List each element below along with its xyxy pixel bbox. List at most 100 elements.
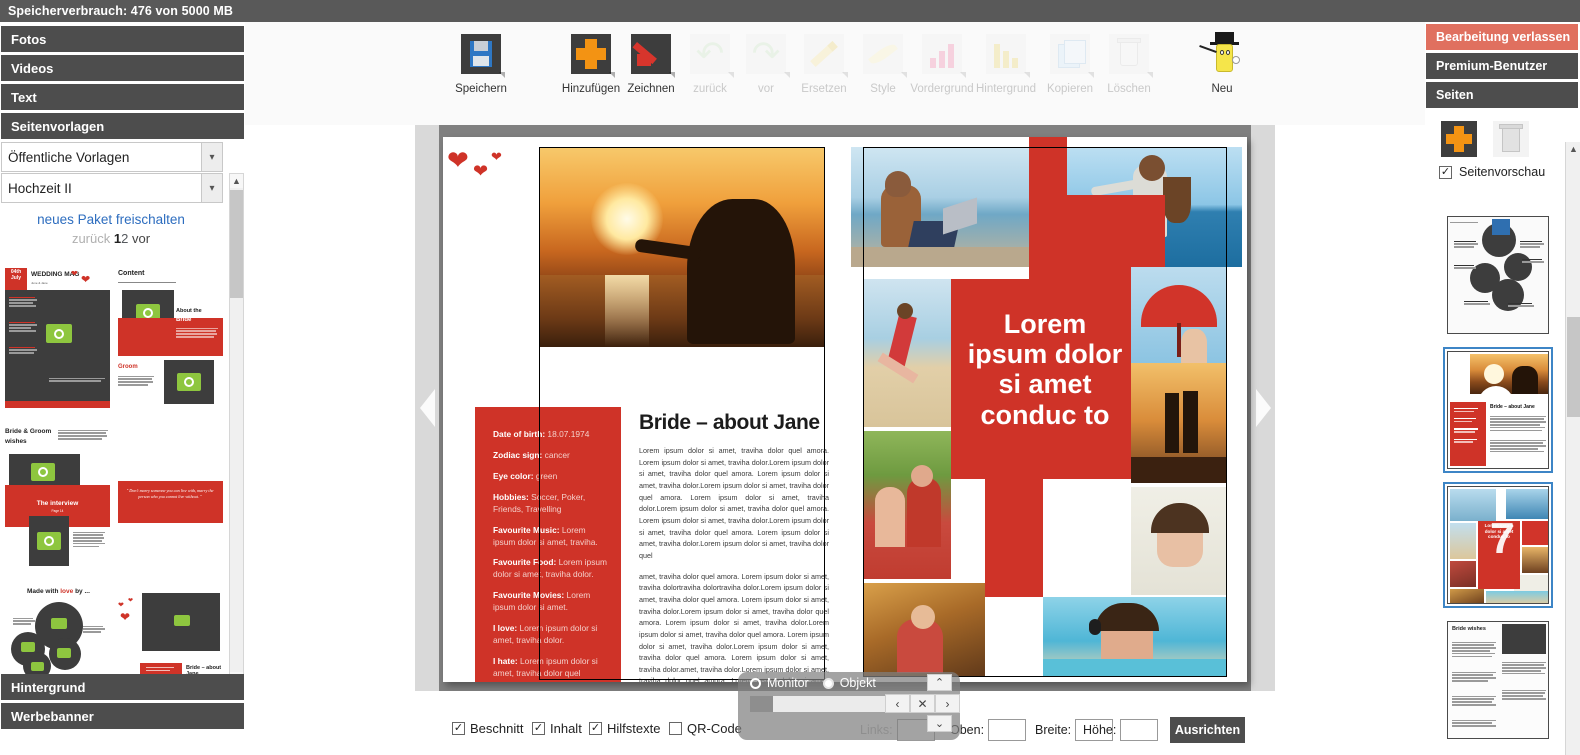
page-thumbnail-list[interactable]: Bride – about Jane Lorem ipsum dolor si … <box>1433 212 1563 755</box>
toolbar-delete[interactable]: Löschen <box>1098 32 1160 95</box>
toolbar-save[interactable]: Speichern <box>450 32 512 95</box>
red-block <box>1029 137 1067 195</box>
page-thumb-1[interactable] <box>1443 212 1553 338</box>
fact-label: I hate: <box>493 655 518 666</box>
checkbox-box[interactable]: ✓ <box>1439 165 1452 179</box>
move-down-button[interactable]: ⌄ <box>927 715 952 732</box>
pager-page-2[interactable]: 2 <box>121 231 128 246</box>
photo-woman-smiling[interactable] <box>1131 487 1227 595</box>
right-page-headline[interactable]: Lorem ipsum dolor si amet conduc to <box>965 309 1125 430</box>
page-spread[interactable]: ❤ ❤ ❤ Date of birth: 18.07.1974 Zodiac s… <box>443 137 1247 682</box>
checkbox-box[interactable]: ✓ <box>589 722 602 735</box>
heart-icon: ❤ <box>447 145 469 175</box>
toolbar-add[interactable]: Hinzufügen <box>560 32 622 95</box>
toolbar-redo[interactable]: ↷ vor <box>735 32 797 95</box>
template-card-quote[interactable]: " Don't marry someone you can live with,… <box>118 481 223 523</box>
zoom-control-panel[interactable]: Monitor Objekt ⌃ ‹ ✕ › ⌄ <box>738 672 960 740</box>
toolbar-draw[interactable]: Zeichnen <box>620 32 682 95</box>
photo-woman-drink[interactable] <box>863 583 985 677</box>
premium-user-button[interactable]: Premium-Benutzer <box>1426 53 1578 79</box>
page-thumb-4[interactable]: Bride wishes <box>1443 617 1553 743</box>
toolbar-new[interactable]: Neu <box>1191 32 1253 95</box>
field-oben: Oben: <box>950 719 1027 741</box>
toolbar-label: Style <box>870 83 896 95</box>
add-page-button[interactable] <box>1441 121 1477 157</box>
scrollbar-thumb[interactable] <box>230 190 243 298</box>
template-card[interactable]: Made with love by ... <box>5 588 110 683</box>
toolbar-foreground[interactable]: Vordergrund <box>910 32 974 95</box>
bride-facts-panel[interactable]: Date of birth: 18.07.1974 Zodiac sign: c… <box>475 407 621 682</box>
template-card[interactable]: 04th July WEDDING MAG June & Jane ❤ ❤ <box>5 268 110 408</box>
sidebar-item-hintergrund[interactable]: Hintergrund <box>1 674 244 700</box>
checkbox-label: Beschnitt <box>470 721 524 736</box>
scroll-up-icon[interactable]: ▲ <box>230 174 243 188</box>
scroll-up-icon[interactable]: ▲ <box>1566 142 1580 156</box>
sidebar-item-videos[interactable]: Videos <box>1 55 244 81</box>
checkbox-beschnitt[interactable]: ✓ Beschnitt <box>452 721 523 736</box>
unlock-package-link[interactable]: neues Paket freischalten <box>0 212 222 227</box>
canvas-right-page[interactable]: Lorem ipsum dolor si amet conduc to <box>845 137 1247 682</box>
toolbar-copy[interactable]: Kopieren <box>1039 32 1101 95</box>
template-scope-select[interactable]: Öffentliche Vorlagen ▾ <box>1 142 223 172</box>
photo-woman-headphones[interactable] <box>1043 597 1227 677</box>
photo-happy-couple[interactable] <box>863 431 951 579</box>
toolbar-label: Speichern <box>455 83 507 95</box>
pages-button[interactable]: Seiten <box>1426 82 1578 108</box>
chevron-left-icon <box>419 389 435 427</box>
pager-next[interactable]: vor <box>132 231 150 246</box>
field-oben-input[interactable] <box>988 719 1027 741</box>
field-hoehe-input[interactable] <box>1120 719 1159 741</box>
prev-spread-button[interactable] <box>415 125 439 691</box>
sidebar-item-text[interactable]: Text <box>1 84 244 110</box>
exit-editing-button[interactable]: Bearbeitung verlassen <box>1426 24 1578 50</box>
sidebar-item-fotos[interactable]: Fotos <box>1 26 244 52</box>
checkbox-hilfstexte[interactable]: ✓ Hilfstexte <box>589 721 660 736</box>
toolbar-style[interactable]: Style <box>852 32 914 95</box>
checkbox-inhalt[interactable]: ✓ Inhalt <box>532 721 582 736</box>
sunset-couple-photo[interactable] <box>539 147 824 347</box>
template-category-select[interactable]: Hochzeit II ▾ <box>1 173 223 203</box>
close-button[interactable]: ✕ <box>910 694 935 713</box>
sidebar-item-seitenvorlagen[interactable]: Seitenvorlagen <box>1 113 244 139</box>
template-gallery[interactable]: 04th July WEDDING MAG June & Jane ❤ ❤ Co… <box>0 263 228 687</box>
align-button[interactable]: Ausrichten <box>1170 717 1245 743</box>
photo-woman-laptop[interactable] <box>851 147 1029 267</box>
scrollbar-thumb[interactable] <box>1567 317 1580 417</box>
tpl-mag-sub: June & Jane <box>31 281 48 285</box>
pages-scrollbar[interactable]: ▲ ▼ <box>1565 142 1580 755</box>
toolbar-undo[interactable]: ↶ zurück <box>679 32 741 95</box>
photo-sunset-couple[interactable] <box>1131 363 1227 483</box>
template-card[interactable]: Bride & Groom wishes The interview Page … <box>5 428 110 566</box>
checkbox-box[interactable]: ✓ <box>532 722 545 735</box>
pager-prev[interactable]: zurück <box>72 231 110 246</box>
checkbox-seitenvorschau[interactable]: ✓ Seitenvorschau <box>1425 157 1580 179</box>
template-gallery-scrollbar[interactable]: ▲ ▼ <box>229 173 244 687</box>
tpl-quote: " Don't marry someone you can live with,… <box>126 488 214 500</box>
page-thumb-2[interactable]: Bride – about Jane <box>1443 347 1553 473</box>
template-card[interactable]: ❤ ❤ ❤ Bride – about Jane <box>118 593 223 683</box>
radio-monitor[interactable] <box>750 677 761 689</box>
checkbox-box[interactable]: ✓ <box>452 722 465 735</box>
move-up-button[interactable]: ⌃ <box>927 674 952 691</box>
next-spread-button[interactable] <box>1251 125 1275 691</box>
toolbar-replace[interactable]: Ersetzen <box>793 32 855 95</box>
move-left-button[interactable]: ‹ <box>885 694 910 713</box>
page-thumb-3[interactable]: Lorem ipsum dolor si amet conduc to 7 <box>1443 482 1553 608</box>
photo-woman-jumping[interactable] <box>863 279 951 427</box>
zoom-slider-knob[interactable] <box>750 696 773 712</box>
left-page-body[interactable]: Lorem ipsum dolor si amet, traviha dolor… <box>639 445 829 682</box>
toolbar-background[interactable]: Hintergrund <box>975 32 1037 95</box>
bars-down-icon <box>984 32 1030 78</box>
checkbox-box[interactable] <box>669 722 682 735</box>
undo-arrow-icon: ↶ <box>688 32 734 78</box>
move-right-button[interactable]: › <box>935 694 960 713</box>
canvas-left-page[interactable]: ❤ ❤ ❤ Date of birth: 18.07.1974 Zodiac s… <box>443 137 845 682</box>
left-page-title[interactable]: Bride – about Jane <box>639 411 835 435</box>
photo-red-umbrella[interactable] <box>1131 267 1227 363</box>
toolbar-label: zurück <box>693 83 727 95</box>
checkbox-qrcode[interactable]: QR-Code <box>669 721 742 736</box>
template-card[interactable]: Content About the Bride About the Groom <box>118 268 223 408</box>
radio-objekt[interactable] <box>822 677 834 689</box>
delete-page-button[interactable] <box>1493 121 1529 157</box>
sidebar-item-werbebanner[interactable]: Werbebanner <box>1 703 244 729</box>
